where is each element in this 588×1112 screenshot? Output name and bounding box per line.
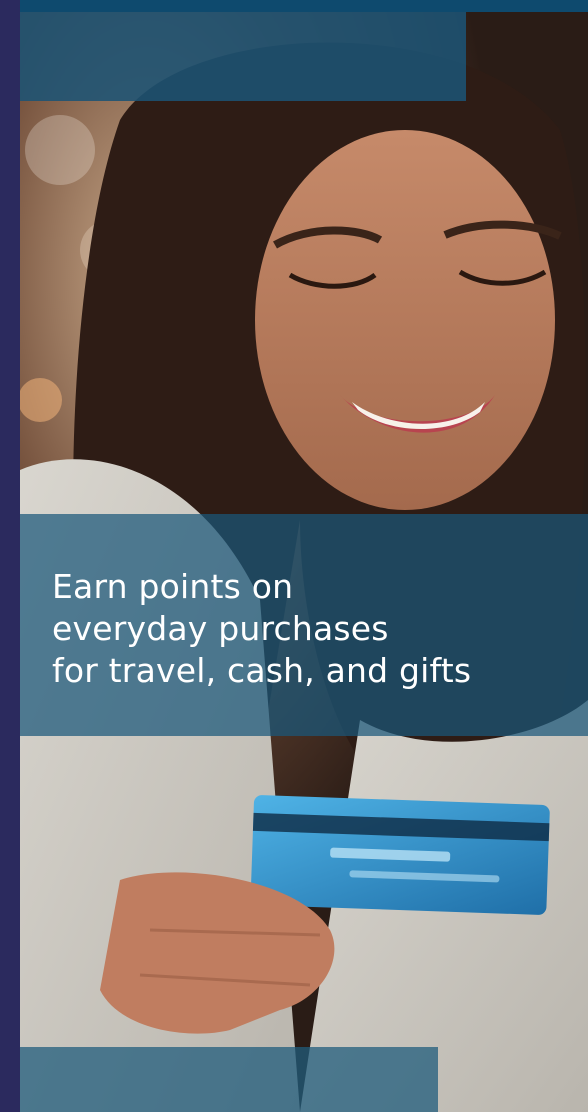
promo-headline: Earn points on everyday purchases for tr…: [52, 566, 582, 692]
headline-line-1: Earn points on: [52, 567, 294, 606]
bottom-overlay-panel: [20, 1047, 438, 1112]
top-strip: [20, 0, 588, 12]
left-edge-bar: [0, 0, 20, 1112]
headline-line-3: for travel, cash, and gifts: [52, 651, 472, 690]
top-overlay-panel: [20, 12, 466, 101]
headline-line-2: everyday purchases: [52, 609, 389, 648]
promo-card: Earn points on everyday purchases for tr…: [0, 0, 588, 1112]
